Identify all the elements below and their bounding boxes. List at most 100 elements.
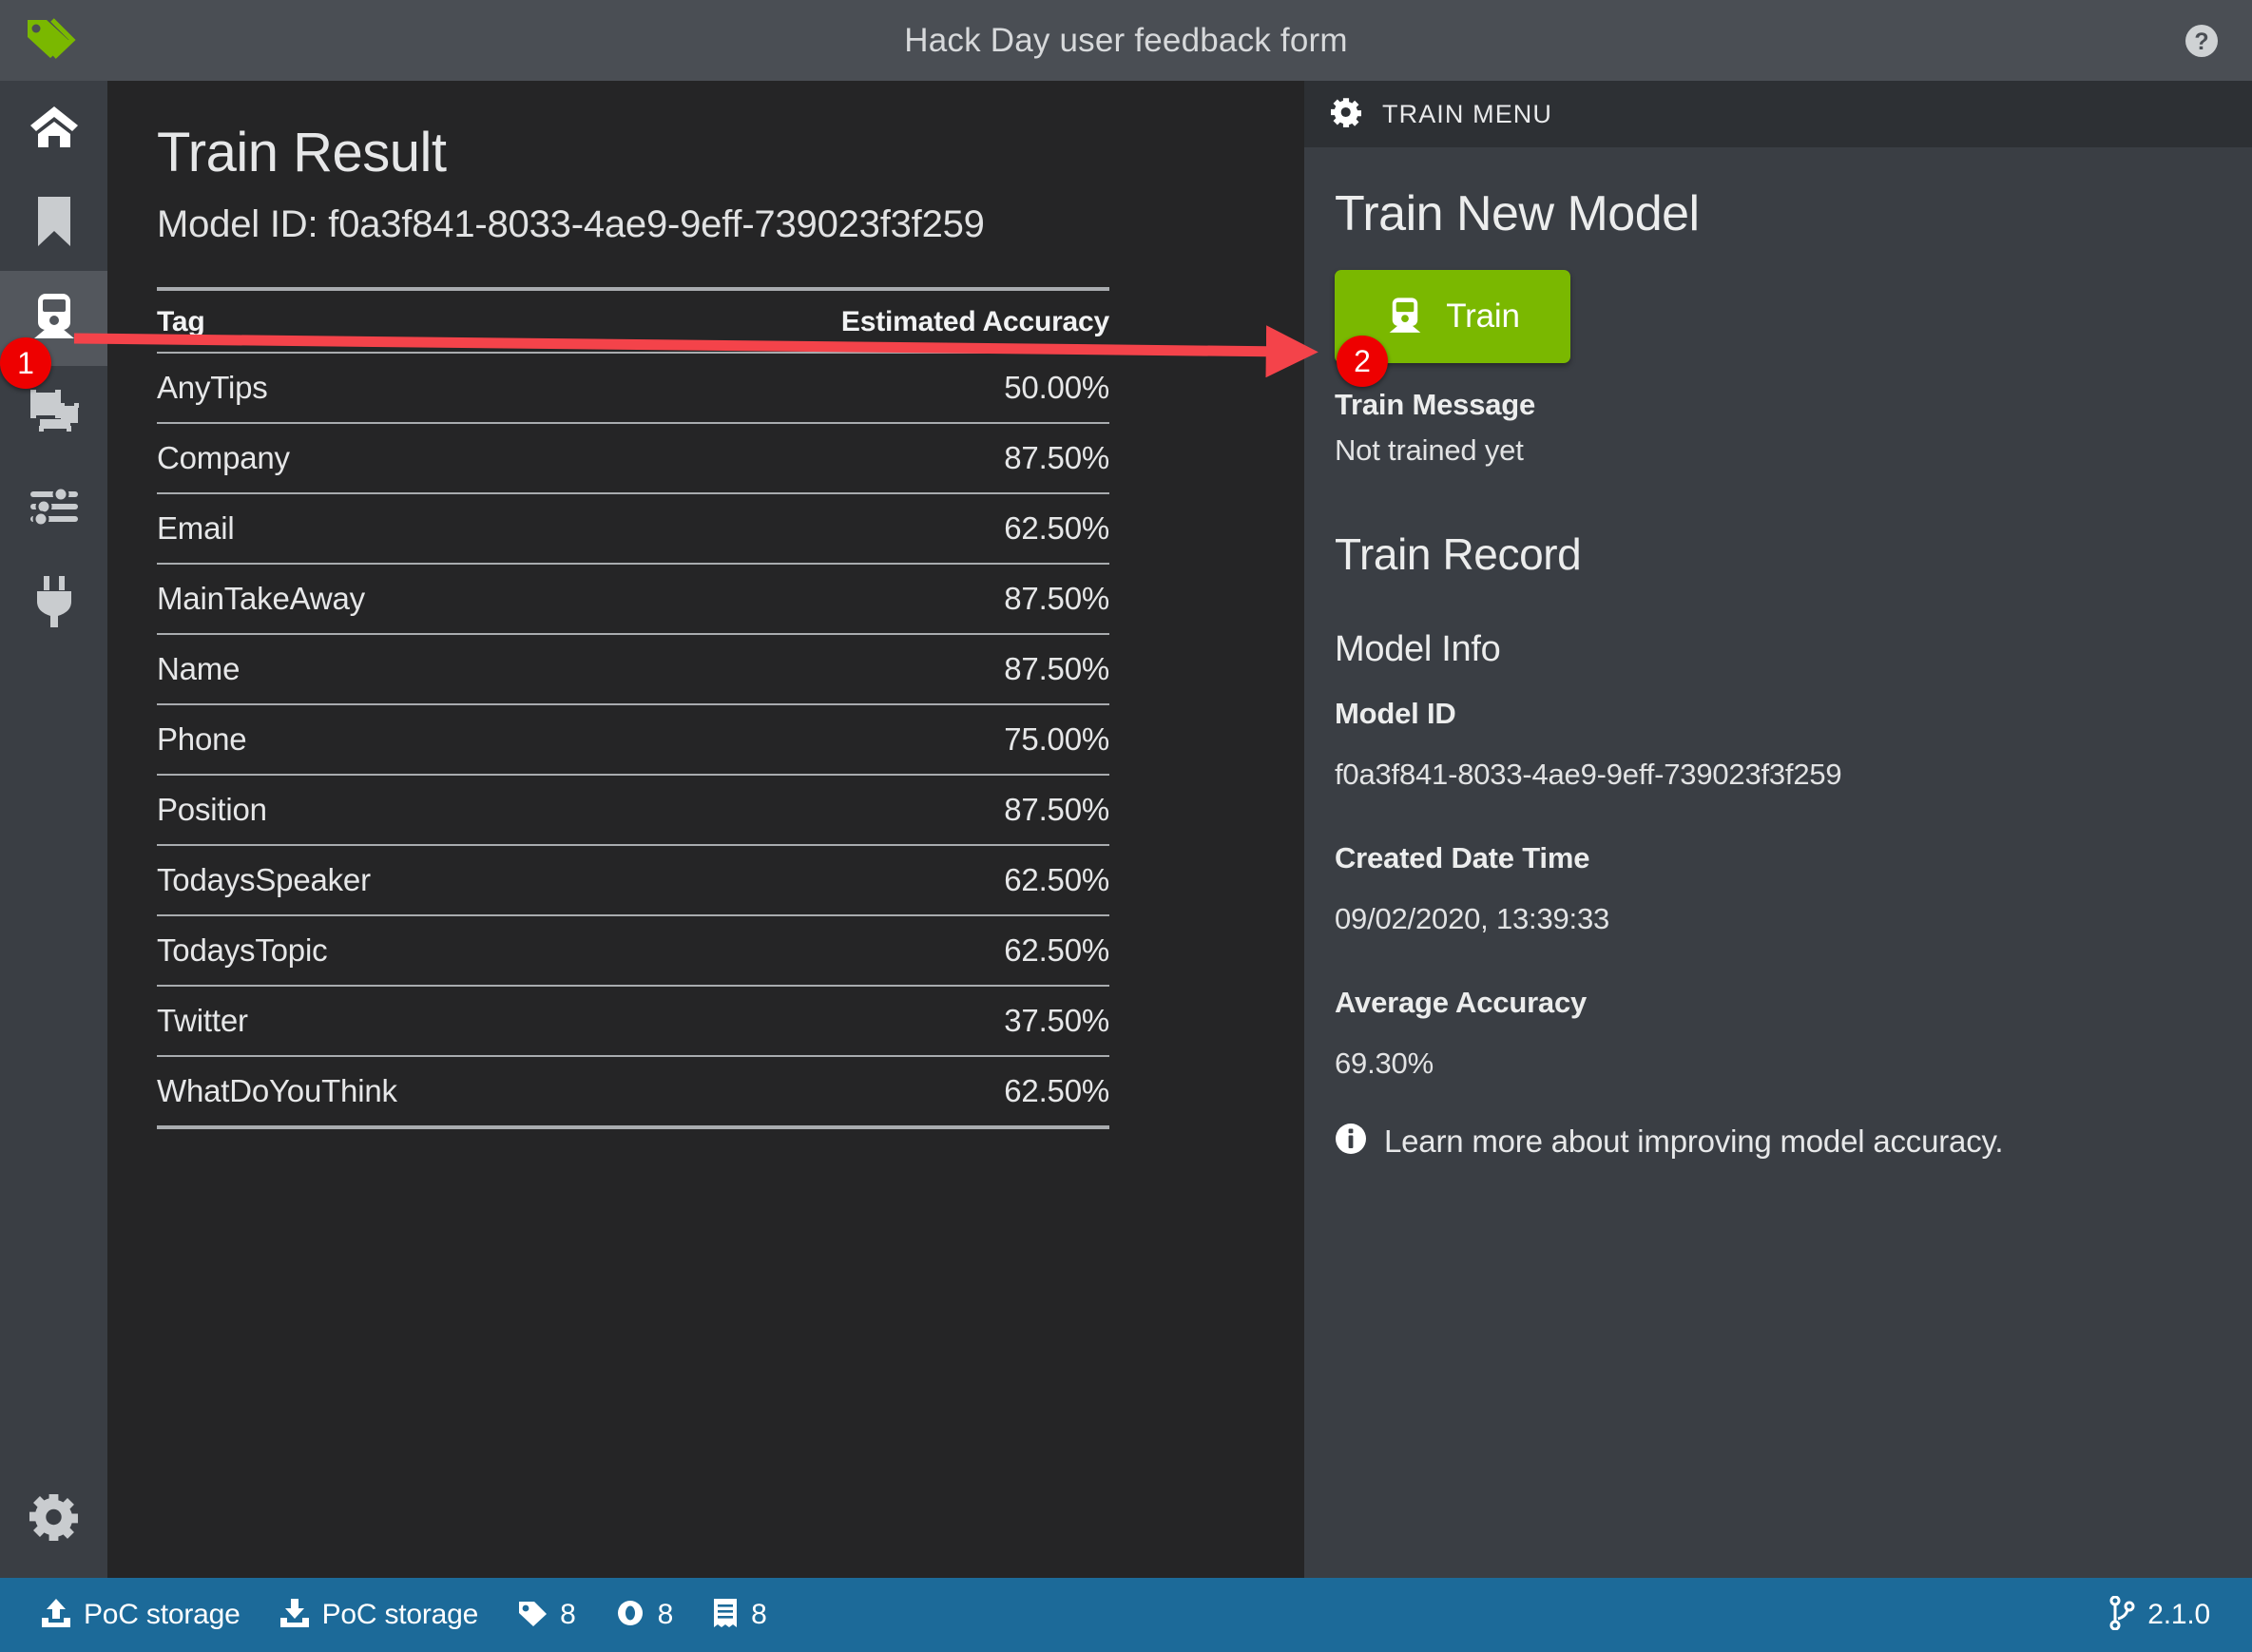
table-row[interactable]: AnyTips 50.00%	[157, 353, 1109, 423]
cell-accuracy: 87.50%	[709, 634, 1109, 704]
upload-icon	[40, 1597, 72, 1634]
column-header-tag[interactable]: Tag	[157, 289, 709, 353]
model-info-heading: Model Info	[1335, 629, 2214, 670]
learn-more-text: Learn more about improving model accurac…	[1384, 1124, 2003, 1160]
created-date-value: 09/02/2020, 13:39:33	[1335, 902, 2214, 936]
info-icon	[1335, 1123, 1367, 1160]
average-accuracy-value: 69.30%	[1335, 1047, 2214, 1081]
sidebar-item-settings[interactable]	[0, 461, 107, 556]
table-row[interactable]: TodaysTopic 62.50%	[157, 915, 1109, 986]
sidebar-item-connection[interactable]	[0, 556, 107, 651]
cell-accuracy: 50.00%	[709, 353, 1109, 423]
status-tag-count[interactable]: 8	[497, 1578, 595, 1652]
train-menu-panel: TRAIN MENU Train New Model Train Train M…	[1304, 81, 2252, 1578]
cell-accuracy: 87.50%	[709, 423, 1109, 493]
cell-tag: WhatDoYouThink	[157, 1056, 709, 1127]
cell-tag: Position	[157, 775, 709, 845]
train-new-model-heading: Train New Model	[1335, 187, 2214, 241]
cell-accuracy: 75.00%	[709, 704, 1109, 775]
page-title: Train Result	[157, 123, 1304, 184]
train-menu-title: TRAIN MENU	[1382, 100, 1552, 129]
train-message-label: Train Message	[1335, 388, 2214, 422]
table-head: Tag Estimated Accuracy	[157, 289, 1109, 353]
table-row[interactable]: Name 87.50%	[157, 634, 1109, 704]
sidebar-item-preferences[interactable]	[0, 1471, 107, 1566]
cell-accuracy: 87.50%	[709, 775, 1109, 845]
cell-accuracy: 62.50%	[709, 1056, 1109, 1127]
cell-tag: MainTakeAway	[157, 564, 709, 634]
download-icon	[279, 1597, 311, 1634]
sidebar-item-model[interactable]	[0, 366, 107, 461]
table-row[interactable]: Phone 75.00%	[157, 704, 1109, 775]
bookmark-icon	[35, 195, 73, 253]
status-list-label: 8	[751, 1599, 767, 1631]
home-icon	[29, 104, 80, 154]
tag-icon	[516, 1597, 549, 1634]
train-result-table-wrapper: Tag Estimated Accuracy AnyTips 50.00% Co…	[157, 287, 1109, 1129]
help-circle-icon[interactable]: ?	[2180, 19, 2223, 63]
learn-more-link[interactable]: Learn more about improving model accurac…	[1335, 1123, 2214, 1160]
status-eye-label: 8	[658, 1599, 674, 1631]
cell-tag: TodaysTopic	[157, 915, 709, 986]
table-row[interactable]: TodaysSpeaker 62.50%	[157, 845, 1109, 915]
status-version-label: 2.1.0	[2147, 1599, 2210, 1631]
status-bar: PoC storage PoC storage 8	[0, 1578, 2252, 1652]
sidebar-item-bookmark[interactable]	[0, 176, 107, 271]
cell-accuracy: 37.50%	[709, 986, 1109, 1056]
activity-bar	[0, 81, 107, 1578]
table-body: AnyTips 50.00% Company 87.50% Email 62.5…	[157, 353, 1109, 1127]
status-list-count[interactable]: 8	[692, 1578, 786, 1652]
cell-tag: TodaysSpeaker	[157, 845, 709, 915]
train-menu-header: TRAIN MENU	[1304, 81, 2252, 147]
cell-tag: Email	[157, 493, 709, 564]
cell-tag: Name	[157, 634, 709, 704]
train-button[interactable]: Train	[1335, 270, 1570, 363]
branch-icon	[2108, 1596, 2136, 1635]
created-date-label: Created Date Time	[1335, 841, 2214, 875]
status-download-poc-storage[interactable]: PoC storage	[260, 1578, 498, 1652]
average-accuracy-label: Average Accuracy	[1335, 986, 2214, 1020]
title-bar: Hack Day user feedback form ?	[0, 0, 2252, 81]
status-upload-label: PoC storage	[84, 1599, 241, 1631]
train-record-heading: Train Record	[1335, 528, 2214, 580]
table-header-row: Tag Estimated Accuracy	[157, 289, 1109, 353]
plug-icon	[32, 575, 76, 633]
model-id-value: f0a3f841-8033-4ae9-9eff-739023f3f259	[1335, 758, 2214, 792]
status-tag-label: 8	[560, 1599, 576, 1631]
sliders-icon	[29, 486, 80, 532]
table-row[interactable]: Company 87.50%	[157, 423, 1109, 493]
cell-tag: Phone	[157, 704, 709, 775]
table-row[interactable]: MainTakeAway 87.50%	[157, 564, 1109, 634]
model-id-subtitle: Model ID: f0a3f841-8033-4ae9-9eff-739023…	[157, 203, 1304, 246]
table-row[interactable]: Twitter 37.50%	[157, 986, 1109, 1056]
train-message-value: Not trained yet	[1335, 433, 2214, 468]
model-id-label: Model ID	[1335, 697, 2214, 731]
app-title: Hack Day user feedback form	[0, 22, 2252, 60]
svg-text:?: ?	[2194, 29, 2208, 55]
cell-tag: Twitter	[157, 986, 709, 1056]
gear-icon	[1331, 97, 1361, 132]
sidebar-item-home[interactable]	[0, 81, 107, 176]
table-row[interactable]: WhatDoYouThink 62.50%	[157, 1056, 1109, 1127]
sidebar-item-train[interactable]	[0, 271, 107, 366]
train-result-table: Tag Estimated Accuracy AnyTips 50.00% Co…	[157, 287, 1109, 1129]
cell-accuracy: 87.50%	[709, 564, 1109, 634]
table-row[interactable]: Position 87.50%	[157, 775, 1109, 845]
status-eye-count[interactable]: 8	[595, 1578, 693, 1652]
train-icon	[29, 291, 80, 347]
cell-tag: AnyTips	[157, 353, 709, 423]
model-icon	[28, 389, 81, 439]
main-content: Train Result Model ID: f0a3f841-8033-4ae…	[107, 81, 1304, 1578]
cell-accuracy: 62.50%	[709, 915, 1109, 986]
cell-tag: Company	[157, 423, 709, 493]
status-upload-poc-storage[interactable]: PoC storage	[21, 1578, 260, 1652]
train-menu-body: Train New Model Train Train Message Not …	[1304, 147, 2252, 1160]
status-download-label: PoC storage	[322, 1599, 479, 1631]
column-header-accuracy[interactable]: Estimated Accuracy	[709, 289, 1109, 353]
eye-icon	[614, 1597, 646, 1634]
app-window: Hack Day user feedback form ?	[0, 0, 2252, 1652]
train-icon	[1385, 296, 1425, 338]
status-version[interactable]: 2.1.0	[2088, 1578, 2229, 1652]
table-row[interactable]: Email 62.50%	[157, 493, 1109, 564]
cell-accuracy: 62.50%	[709, 845, 1109, 915]
